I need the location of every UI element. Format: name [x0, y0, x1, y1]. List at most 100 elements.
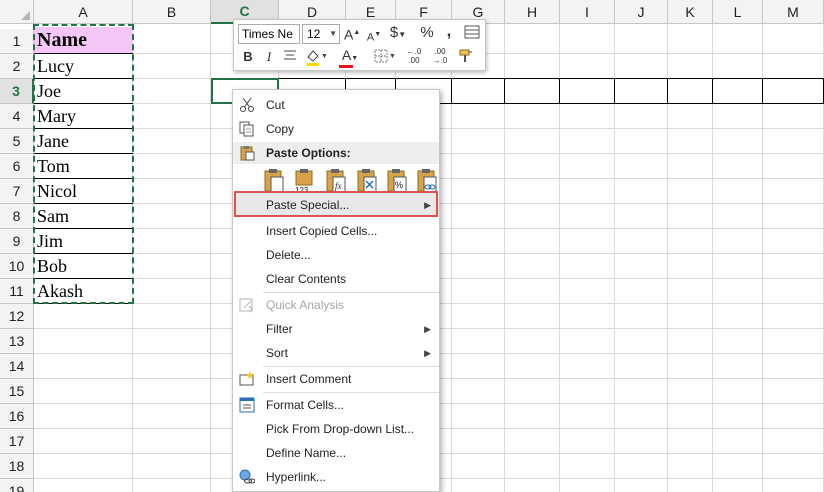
row-header-2[interactable]: 2 [0, 54, 34, 79]
paste-link-icon[interactable] [416, 168, 438, 194]
menu-item-label: Insert Copied Cells... [266, 224, 378, 238]
row-header-19[interactable]: 19 [0, 479, 34, 492]
row-header-15[interactable]: 15 [0, 379, 34, 404]
font-color-button[interactable]: A▼ [338, 46, 362, 68]
paste-formatting-icon[interactable]: % [386, 168, 408, 194]
cell-g3[interactable] [451, 78, 505, 104]
cell-a2[interactable]: Lucy [34, 54, 133, 79]
menu-item-label: Define Name... [266, 446, 347, 460]
align-icon[interactable] [282, 48, 298, 68]
row-header-18[interactable]: 18 [0, 454, 34, 479]
column-header-j[interactable]: J [615, 0, 668, 24]
decrease-decimal-button[interactable]: .00 →.0 [430, 47, 450, 67]
menu-item-pick-from-dropdown[interactable]: Pick From Drop-down List... [233, 417, 439, 441]
context-menu: Cut Copy Paste Options: 123 fx % Paste S… [232, 89, 440, 492]
submenu-arrow-icon: ▶ [424, 200, 431, 210]
column-header-l[interactable]: L [713, 0, 763, 24]
select-all-corner[interactable] [0, 0, 34, 24]
accounting-format-button[interactable]: $▼ [388, 24, 408, 44]
grow-font-button[interactable]: A▲ [344, 24, 360, 44]
cell-k3[interactable] [667, 78, 713, 104]
increase-decimal-button[interactable]: ←.0 .00 [404, 47, 424, 67]
svg-text:▼: ▼ [321, 53, 327, 60]
menu-item-paste-special[interactable]: Paste Special... ▶ [233, 193, 439, 217]
row-header-5[interactable]: 5 [0, 129, 34, 154]
menu-item-filter[interactable]: Filter ▶ [233, 317, 439, 341]
menu-item-label: Format Cells... [266, 398, 345, 412]
comma-style-button[interactable]: , [442, 22, 456, 42]
row-header-3[interactable]: 3 [0, 79, 34, 104]
menu-item-label: Sort [266, 346, 289, 360]
row-header-12[interactable]: 12 [0, 304, 34, 329]
column-header-a[interactable]: A [34, 0, 133, 24]
font-size-box[interactable]: 12 ▼ [302, 24, 340, 44]
menu-item-label: Cut [266, 98, 285, 112]
menu-item-copy[interactable]: Copy [233, 117, 439, 141]
row-header-7[interactable]: 7 [0, 179, 34, 204]
menu-item-format-cells[interactable]: Format Cells... [233, 393, 439, 417]
cell-a9[interactable]: Jim [34, 229, 133, 254]
cell-a11[interactable]: Akash [34, 279, 133, 304]
cell-a7[interactable]: Nicol [34, 179, 133, 204]
cell-a3[interactable]: Joe [34, 79, 133, 104]
cell-a10[interactable]: Bob [34, 254, 133, 279]
italic-button[interactable]: I [262, 48, 276, 68]
submenu-arrow-icon: ▶ [424, 348, 431, 358]
fill-color-icon: ▼ [307, 50, 328, 66]
menu-item-sort[interactable]: Sort ▶ [233, 341, 439, 365]
cell-h3[interactable] [504, 78, 560, 104]
paste-transpose-icon[interactable] [356, 168, 378, 194]
menu-item-cut[interactable]: Cut [233, 93, 439, 117]
row-header-1[interactable]: 1 [0, 29, 34, 54]
column-header-i[interactable]: I [560, 0, 615, 24]
row-header-11[interactable]: 11 [0, 279, 34, 304]
column-header-m[interactable]: M [763, 0, 824, 24]
row-header-10[interactable]: 10 [0, 254, 34, 279]
cell-i3[interactable] [559, 78, 615, 104]
paste-formulas-icon[interactable]: fx [325, 168, 347, 194]
paste-formulas-badge: fx [335, 181, 342, 191]
percent-style-button[interactable]: % [420, 24, 434, 44]
font-size-value: 12 [307, 27, 321, 41]
clipboard-icon [239, 145, 255, 168]
cell-a1-header[interactable]: Name [34, 27, 133, 54]
menu-item-insert-copied-cells[interactable]: Insert Copied Cells... [233, 219, 439, 243]
format-painter-button[interactable] [456, 48, 476, 68]
row-header-16[interactable]: 16 [0, 404, 34, 429]
font-color-letter: A [341, 47, 352, 63]
borders-button[interactable]: ▼ [372, 48, 396, 68]
cell-a6[interactable]: Tom [34, 154, 133, 179]
shrink-font-button[interactable]: A▼ [366, 26, 382, 46]
menu-item-delete[interactable]: Delete... [233, 243, 439, 267]
cell-a5[interactable]: Jane [34, 129, 133, 154]
paste-icon[interactable] [263, 168, 285, 194]
column-header-k[interactable]: K [668, 0, 713, 24]
column-header-b[interactable]: B [133, 0, 211, 24]
column-header-h[interactable]: H [505, 0, 560, 24]
bold-button[interactable]: B [240, 48, 256, 68]
cell-m3[interactable] [762, 78, 824, 104]
cell-l3[interactable] [712, 78, 763, 104]
row-header-14[interactable]: 14 [0, 354, 34, 379]
paste-values-icon[interactable]: 123 [294, 168, 316, 195]
menu-item-hyperlink[interactable]: Hyperlink... [233, 465, 439, 489]
menu-item-quick-analysis: Quick Analysis [233, 293, 439, 317]
fill-color-button[interactable]: ▼ [304, 48, 328, 68]
font-name-box[interactable]: Times Ne [238, 24, 300, 44]
row-header-13[interactable]: 13 [0, 329, 34, 354]
format-table-icon[interactable] [463, 24, 481, 44]
cell-j3[interactable] [614, 78, 668, 104]
menu-item-clear-contents[interactable]: Clear Contents [233, 267, 439, 291]
menu-item-label: Quick Analysis [266, 298, 345, 312]
hyperlink-icon [239, 469, 256, 485]
svg-text:▼: ▼ [389, 53, 395, 60]
row-header-4[interactable]: 4 [0, 104, 34, 129]
row-header-17[interactable]: 17 [0, 429, 34, 454]
cell-a8[interactable]: Sam [34, 204, 133, 229]
menu-item-insert-comment[interactable]: Insert Comment [233, 367, 439, 391]
row-header-6[interactable]: 6 [0, 154, 34, 179]
row-header-8[interactable]: 8 [0, 204, 34, 229]
row-header-9[interactable]: 9 [0, 229, 34, 254]
cell-a4[interactable]: Mary [34, 104, 133, 129]
menu-item-define-name[interactable]: Define Name... [233, 441, 439, 465]
